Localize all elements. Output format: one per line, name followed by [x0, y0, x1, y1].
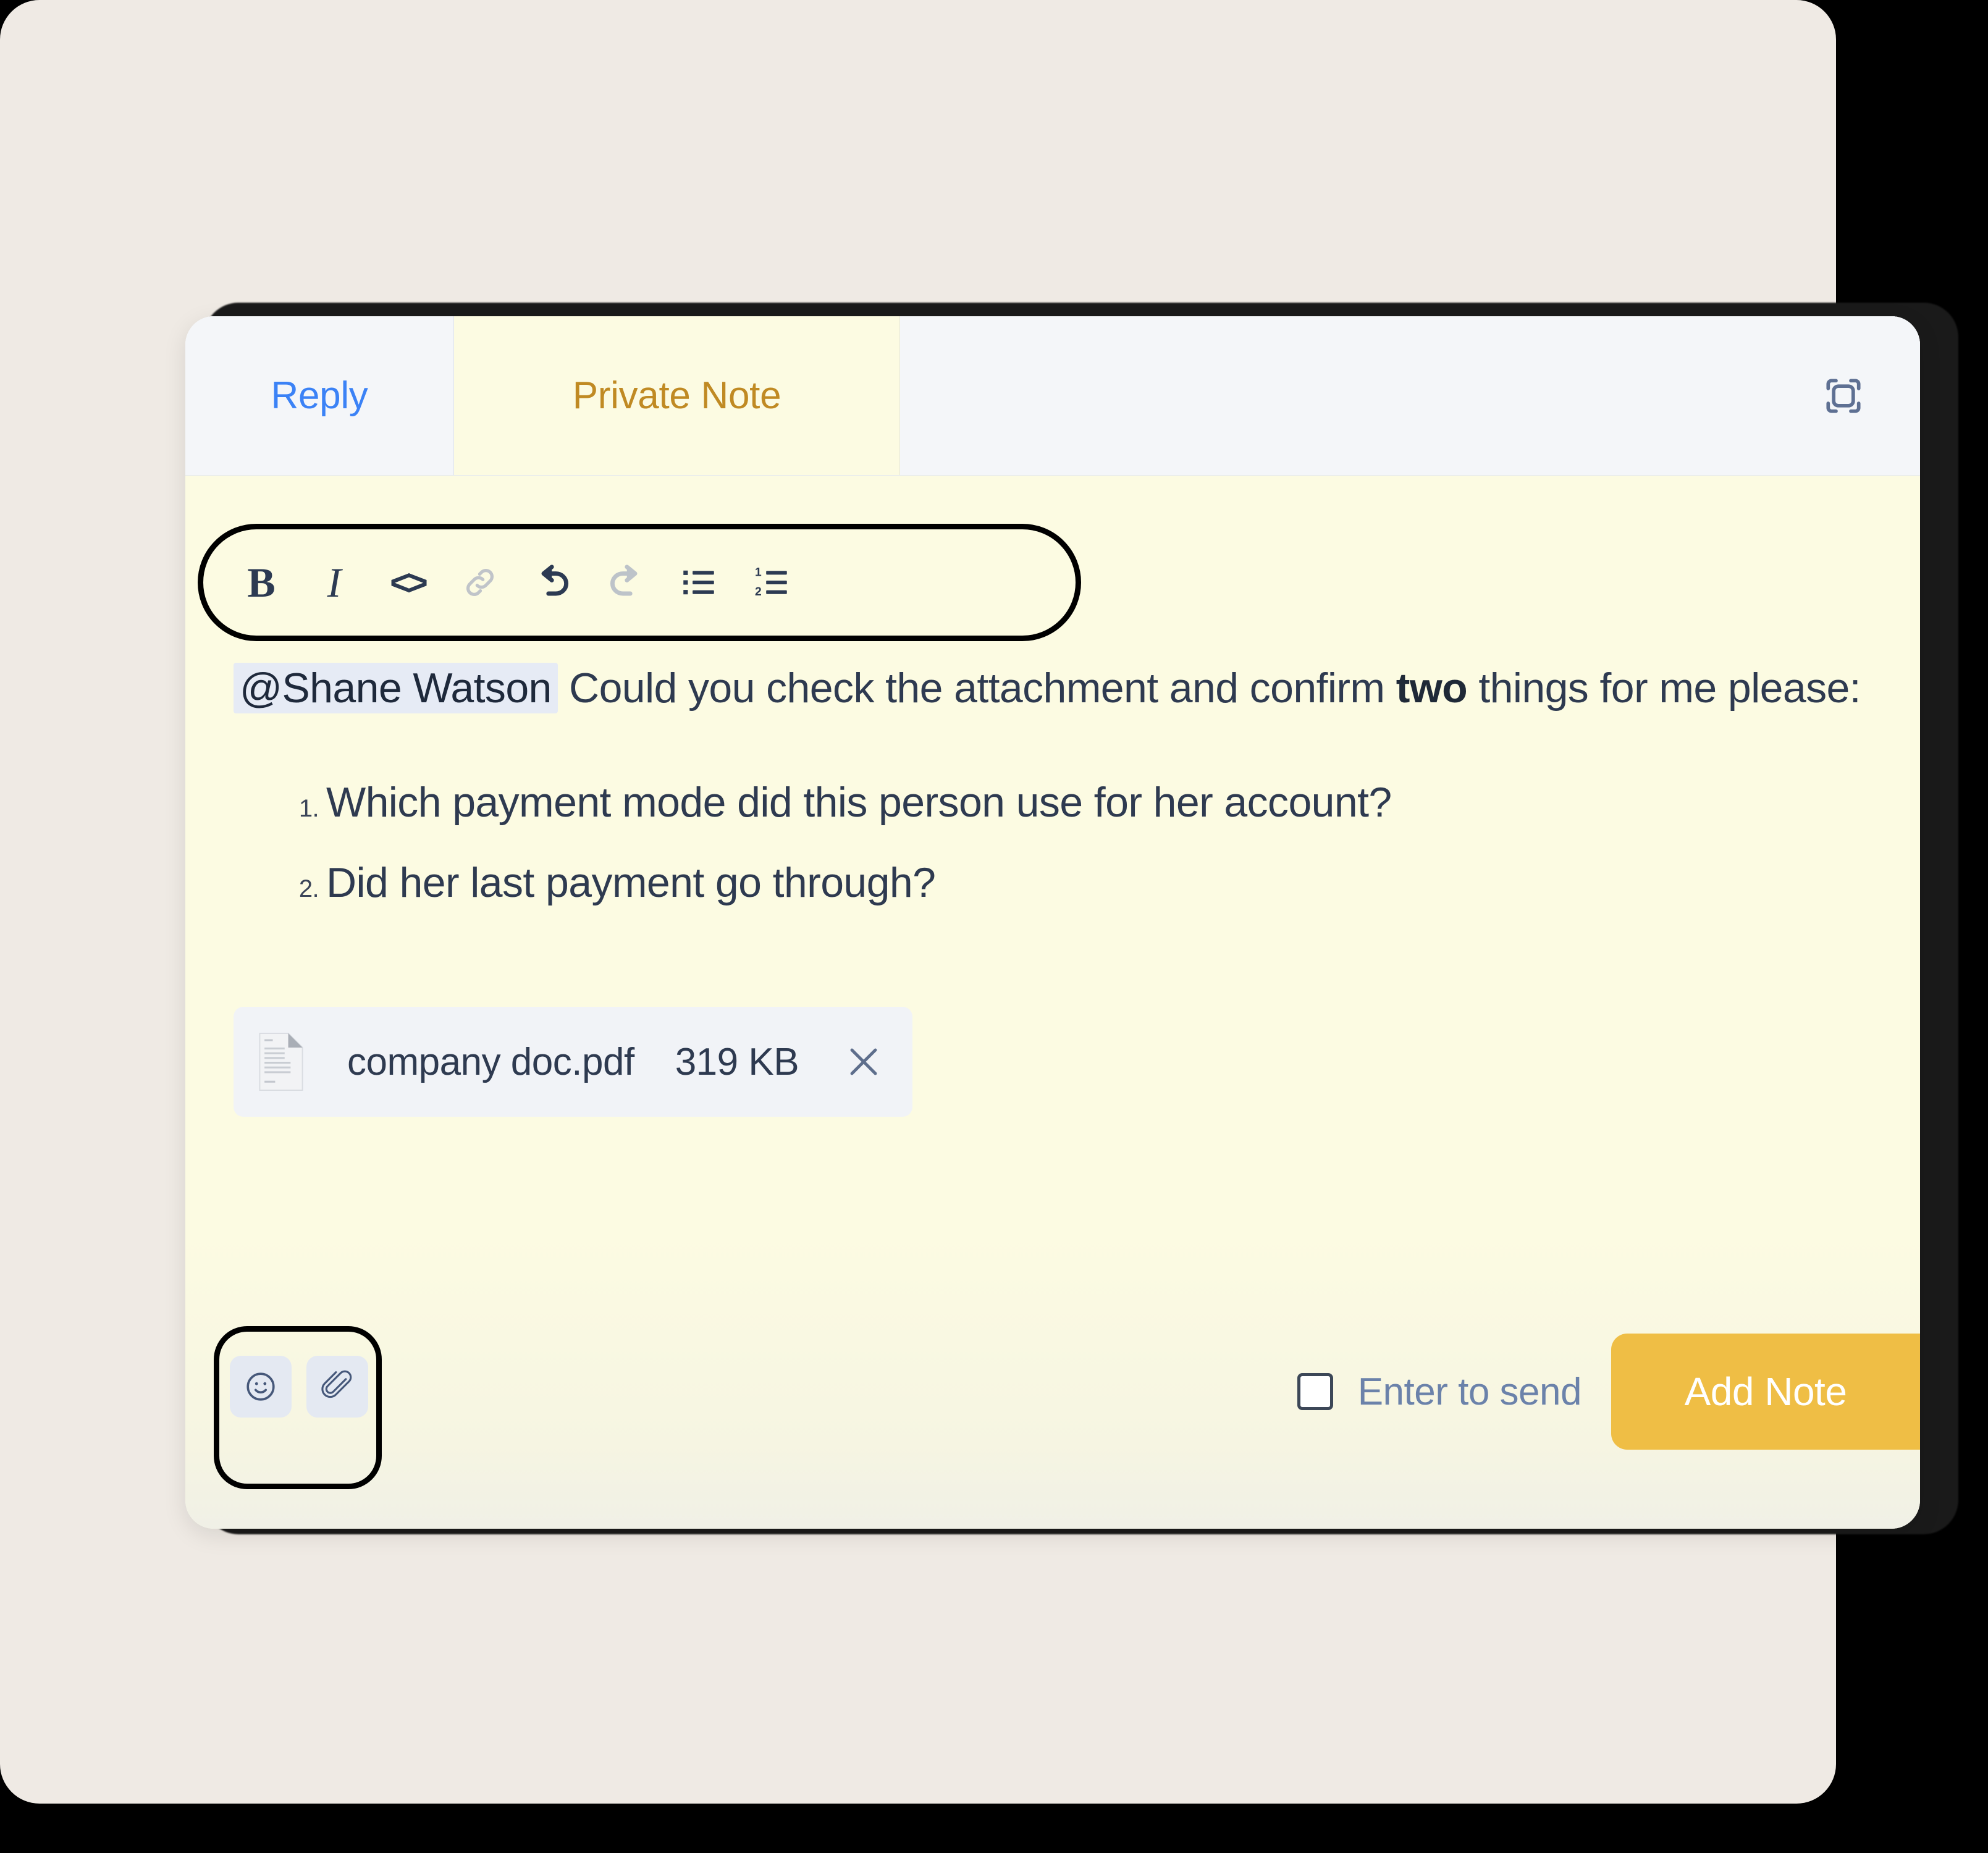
attach-file-button[interactable]: [306, 1356, 368, 1418]
redo-icon: [610, 565, 638, 596]
numbered-list-icon: 1 2: [755, 566, 787, 599]
link-icon: [466, 569, 494, 596]
attachment-file-size: 319 KB: [675, 1040, 799, 1083]
paperclip-icon: [321, 1370, 352, 1398]
right-tools: Enter to send Add Note: [1297, 1334, 1920, 1450]
list-item: 1. Which payment mode did this person us…: [284, 778, 1895, 826]
tab-reply[interactable]: Reply: [185, 316, 454, 475]
note-text-part2: things for me please:: [1467, 665, 1861, 712]
note-text-part1: Could you check the attachment and confi…: [557, 665, 1396, 712]
bullet-list-icon: [683, 570, 714, 595]
note-ordered-list: 1. Which payment mode did this person us…: [284, 778, 1895, 939]
attachment-chip[interactable]: company doc.pdf 319 KB: [234, 1007, 913, 1117]
numbered-list-button[interactable]: 1 2: [735, 546, 808, 619]
bold-icon: B: [247, 558, 276, 606]
list-item: 2. Did her last payment go through?: [284, 859, 1895, 907]
expand-fullscreen-icon: [1826, 378, 1861, 413]
italic-button[interactable]: I: [298, 546, 371, 619]
screenshot-stage: Reply Private Note B I <> 1 2 @Shane Wat…: [0, 0, 1988, 1853]
left-tools: [230, 1356, 368, 1418]
svg-text:1: 1: [755, 566, 762, 579]
attachment-remove-button[interactable]: [842, 1040, 885, 1083]
note-message-paragraph[interactable]: @Shane Watson Could you check the attach…: [234, 661, 1871, 716]
format-toolbar: B I <> 1 2: [225, 524, 1054, 641]
note-body: B I <> 1 2 @Shane Watson Could you check…: [185, 476, 1920, 1529]
undo-icon: [541, 565, 569, 596]
link-button[interactable]: [444, 546, 516, 619]
redo-button[interactable]: [589, 546, 662, 619]
note-composer-card: Reply Private Note B I <> 1 2 @Shane Wat…: [185, 316, 1920, 1529]
tab-bar-spacer: [900, 316, 1920, 475]
list-item-number: 2.: [298, 875, 319, 902]
code-button[interactable]: <>: [371, 546, 444, 619]
file-document-icon: [259, 1032, 303, 1091]
undo-button[interactable]: [516, 546, 589, 619]
enter-to-send-checkbox[interactable]: [1297, 1373, 1333, 1410]
enter-to-send-label: Enter to send: [1357, 1370, 1582, 1413]
composer-bottom-bar: Enter to send Add Note: [185, 1269, 1920, 1529]
format-toolbar-wrapper: B I <> 1 2: [198, 524, 1081, 641]
attachment-file-name: company doc.pdf: [347, 1040, 634, 1083]
bold-button[interactable]: B: [225, 546, 298, 619]
emoji-smiley-icon: [246, 1372, 275, 1401]
list-item-text: Did her last payment go through?: [326, 859, 936, 906]
add-note-button[interactable]: Add Note: [1611, 1334, 1920, 1450]
mention-chip[interactable]: @Shane Watson: [234, 663, 558, 713]
list-item-text: Which payment mode did this person use f…: [326, 779, 1392, 826]
code-icon: <>: [390, 562, 428, 603]
close-icon: [850, 1048, 877, 1075]
tab-private-note[interactable]: Private Note: [454, 316, 900, 475]
enter-to-send-row[interactable]: Enter to send: [1297, 1370, 1582, 1414]
emoji-button[interactable]: [230, 1356, 292, 1418]
left-tools-wrapper: [214, 1326, 382, 1489]
bullet-list-button[interactable]: [662, 546, 735, 619]
svg-text:2: 2: [755, 586, 762, 599]
expand-fullscreen-button[interactable]: [1820, 372, 1867, 419]
italic-icon: I: [327, 558, 342, 606]
tab-private-note-label: Private Note: [572, 374, 781, 417]
composer-tab-bar: Reply Private Note: [185, 316, 1920, 476]
list-item-number: 1.: [298, 795, 319, 822]
note-text-bold: two: [1396, 665, 1468, 712]
tab-reply-label: Reply: [271, 374, 368, 417]
